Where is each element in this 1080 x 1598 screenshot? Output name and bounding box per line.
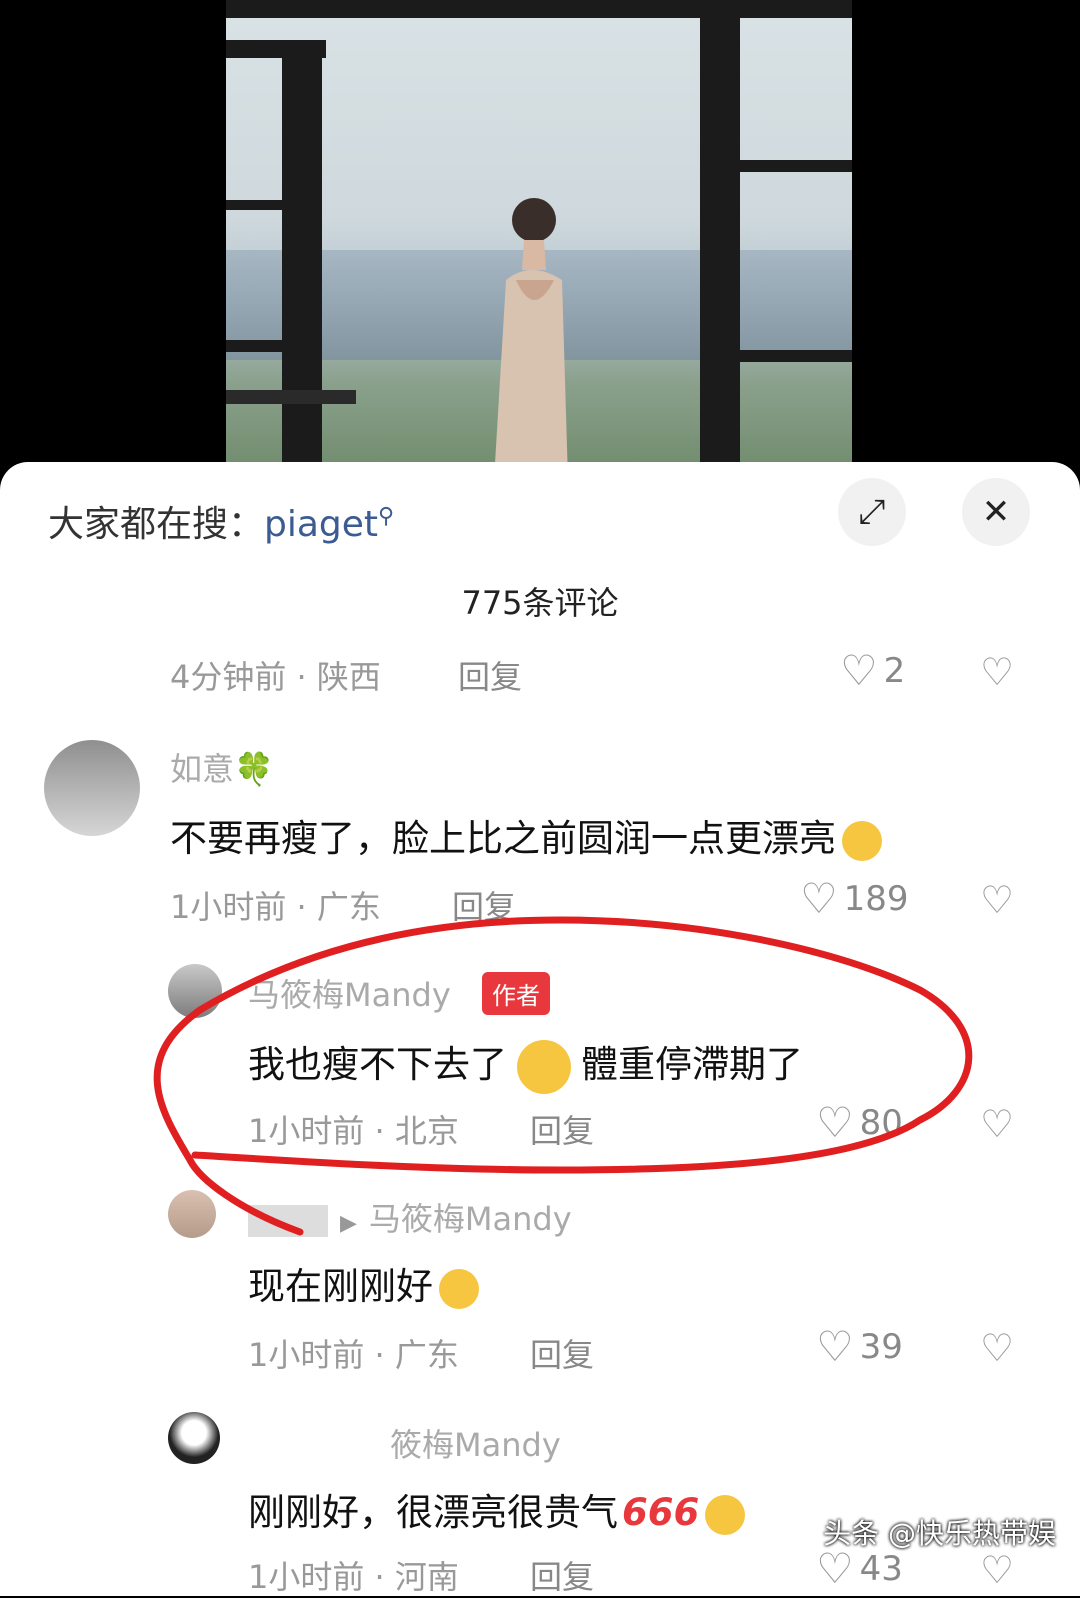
red-annotation-circle <box>153 916 973 1236</box>
watermark: 头条 @快乐热带娱 <box>823 1517 1056 1550</box>
